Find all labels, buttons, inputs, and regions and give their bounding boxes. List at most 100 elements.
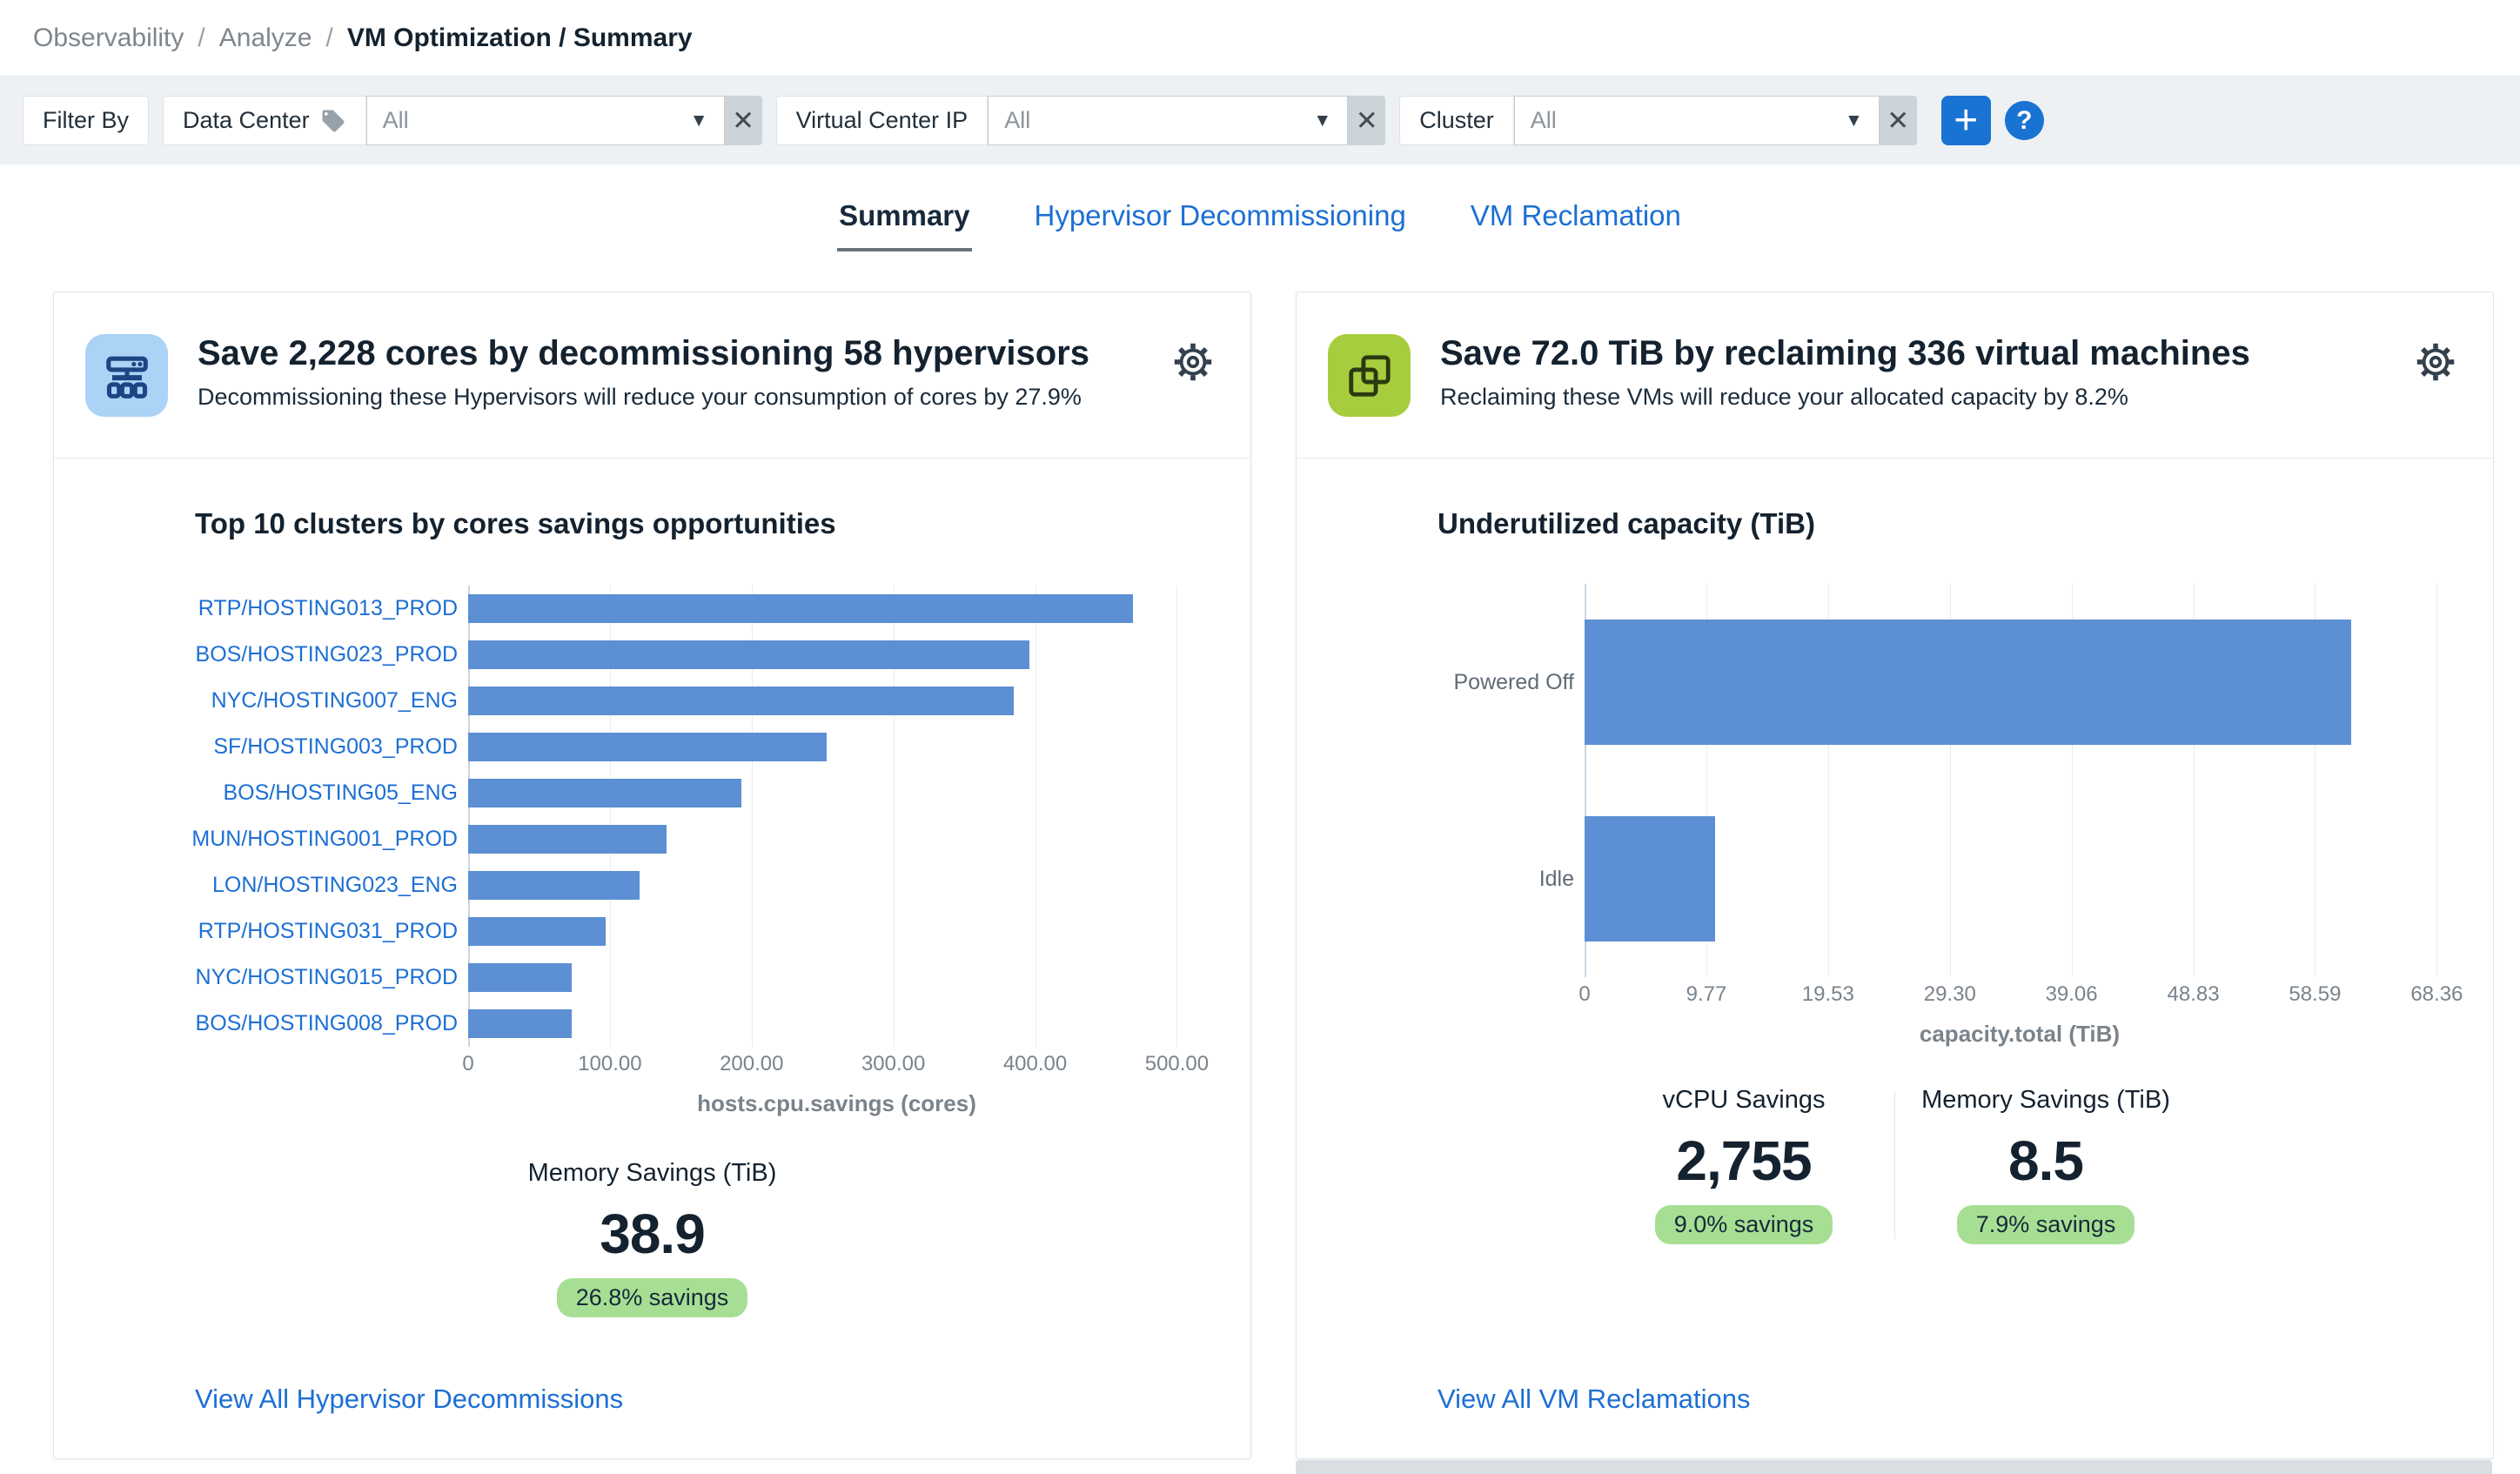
bar-category-label[interactable]: MUN/HOSTING001_PROD [191,816,468,862]
breadcrumb-separator: / [325,23,333,52]
tag-icon [320,108,346,134]
bar-category-label[interactable]: BOS/HOSTING05_ENG [221,770,468,816]
filter-bar: Filter By Data Center All ▼ ✕ Virtual Ce… [0,77,2520,164]
tab-vm-reclamation[interactable]: VM Reclamation [1469,199,1683,251]
bar-segment[interactable] [1585,620,2352,745]
divider [54,458,1250,459]
bar-row [468,724,1205,770]
card-heading-text: Save 72.0 TiB by reclaiming 336 virtual … [1440,334,2250,411]
tab-bar: Summary Hypervisor Decommissioning VM Re… [0,199,2520,251]
virtual-center-ip-selected-value: All [1004,107,1031,133]
bar-segment[interactable] [468,963,572,992]
view-all-vm-reclamations-link[interactable]: View All VM Reclamations [1438,1384,1751,1415]
bar-category-label: Idle [1538,866,1574,891]
gear-icon[interactable] [2413,339,2458,389]
virtual-center-ip-select[interactable]: All ▼ [988,96,1349,145]
kpi-memory-savings: Memory Savings (TiB) 38.9 26.8% savings [54,1159,1250,1317]
chart-category-labels: Powered Off Idle [1436,584,1585,977]
savings-badge: 7.9% savings [1956,1205,2135,1244]
bar-segment[interactable] [468,779,742,807]
gear-icon[interactable] [1170,339,1216,389]
bar-row [1585,584,2455,781]
kpi-memory-savings: Memory Savings (TiB) 8.5 7.9% savings [1895,1086,2196,1244]
x-tick-label: 39.06 [2045,982,2098,1006]
x-tick-label: 68.36 [2410,982,2463,1006]
data-center-select[interactable]: All ▼ [365,96,725,145]
bar-row [468,586,1205,632]
breadcrumb-observability[interactable]: Observability [33,23,184,53]
kpi-label: Memory Savings (TiB) [527,1159,777,1187]
breadcrumb: Observability / Analyze / VM Optimizatio… [33,23,693,53]
cluster-filter-label[interactable]: Cluster [1399,96,1514,145]
virtual-center-ip-filter-label[interactable]: Virtual Center IP [775,96,989,145]
bar-segment[interactable] [468,687,1015,715]
breadcrumb-current-page: VM Optimization / Summary [346,23,693,52]
x-axis-title: hosts.cpu.savings (cores) [697,1090,976,1116]
card-header: Save 72.0 TiB by reclaiming 336 virtual … [1297,292,2493,458]
data-center-filter-label[interactable]: Data Center [163,96,366,145]
cores-savings-bar-chart: RTP/HOSTING013_PROD BOS/HOSTING023_PROD NY… [191,586,1205,1047]
cluster-clear-button[interactable]: ✕ [1879,96,1917,145]
x-tick-label: 0 [1578,982,1591,1006]
bar-segment[interactable] [468,640,1030,669]
help-icon[interactable]: ? [2004,101,2044,140]
vm-reclaim-icon [1328,334,1411,417]
bar-row [468,955,1205,1001]
bar-category-label[interactable]: SF/HOSTING003_PROD [213,724,468,770]
add-filter-button[interactable]: + [1940,96,1991,145]
chart-title: Top 10 clusters by cores savings opportu… [195,507,836,539]
filter-group-virtual-center-ip: Virtual Center IP All ▼ ✕ [775,96,1386,145]
kpi-value: 38.9 [600,1203,706,1265]
bar-segment[interactable] [468,733,828,761]
bar-category-label[interactable]: RTP/HOSTING031_PROD [198,908,468,955]
tab-hypervisor-decommissioning[interactable]: Hypervisor Decommissioning [1033,199,1408,251]
bar-category-label[interactable]: BOS/HOSTING008_PROD [196,1001,468,1047]
savings-badge: 9.0% savings [1654,1205,1833,1244]
x-tick-label: 48.83 [2167,982,2220,1006]
next-card-top-edge [1296,1460,2492,1474]
kpi-label: Memory Savings (TiB) [1921,1086,2170,1114]
tab-summary[interactable]: Summary [837,199,972,251]
filter-group-data-center: Data Center All ▼ ✕ [163,96,762,145]
bar-segment[interactable] [468,1009,572,1038]
data-center-selected-value: All [382,107,409,133]
bar-row [468,770,1205,816]
filter-group-cluster: Cluster All ▼ ✕ [1399,96,1917,145]
data-center-clear-button[interactable]: ✕ [724,96,762,145]
breadcrumb-analyze[interactable]: Analyze [219,23,312,53]
x-tick-label: 400.00 [1002,1052,1068,1075]
bar-segment[interactable] [1585,816,1716,941]
filter-label-text: Virtual Center IP [795,107,968,133]
x-tick-label: 200.00 [720,1052,784,1075]
kpi-label: vCPU Savings [1662,1086,1826,1114]
bar-row [1585,781,2455,977]
breadcrumb-separator: / [198,23,205,52]
bar-category-label[interactable]: NYC/HOSTING007_ENG [211,678,468,724]
card-subtitle: Reclaiming these VMs will reduce your al… [1440,384,2128,410]
card-title: Save 72.0 TiB by reclaiming 336 virtual … [1440,334,2250,372]
chart-plot-area [1585,584,2455,977]
bar-segment[interactable] [468,871,640,900]
chevron-down-icon: ▼ [1313,110,1332,131]
virtual-center-ip-clear-button[interactable]: ✕ [1348,96,1386,145]
bar-category-label[interactable]: NYC/HOSTING015_PROD [196,955,468,1001]
bar-segment[interactable] [468,917,606,946]
card-subtitle: Decommissioning these Hypervisors will r… [198,384,1082,410]
chevron-down-icon: ▼ [1844,110,1863,131]
bar-category-label[interactable]: RTP/HOSTING013_PROD [198,586,468,632]
bar-row [468,632,1205,678]
x-axis-ticks: 0 100.00 200.00 300.00 400.00 500.00 [462,1052,1209,1087]
bar-segment[interactable] [468,825,667,854]
chart-plot-area [468,586,1205,1047]
filter-by-button[interactable]: Filter By [23,96,150,145]
cluster-select[interactable]: All ▼ [1513,96,1880,145]
summary-cards: Save 2,228 cores by decommissioning 58 h… [0,291,2520,1459]
bar-category-label[interactable]: LON/HOSTING023_ENG [212,862,468,908]
bar-category-label[interactable]: BOS/HOSTING023_PROD [196,632,468,678]
view-all-hypervisor-decommissions-link[interactable]: View All Hypervisor Decommissions [195,1384,623,1415]
chart-title: Underutilized capacity (TiB) [1438,507,1815,539]
hypervisor-decommissioning-card: Save 2,228 cores by decommissioning 58 h… [53,291,1251,1459]
bar-segment[interactable] [468,594,1133,623]
bar-category-label: Powered Off [1453,669,1574,694]
x-tick-label: 29.30 [1923,982,1976,1006]
